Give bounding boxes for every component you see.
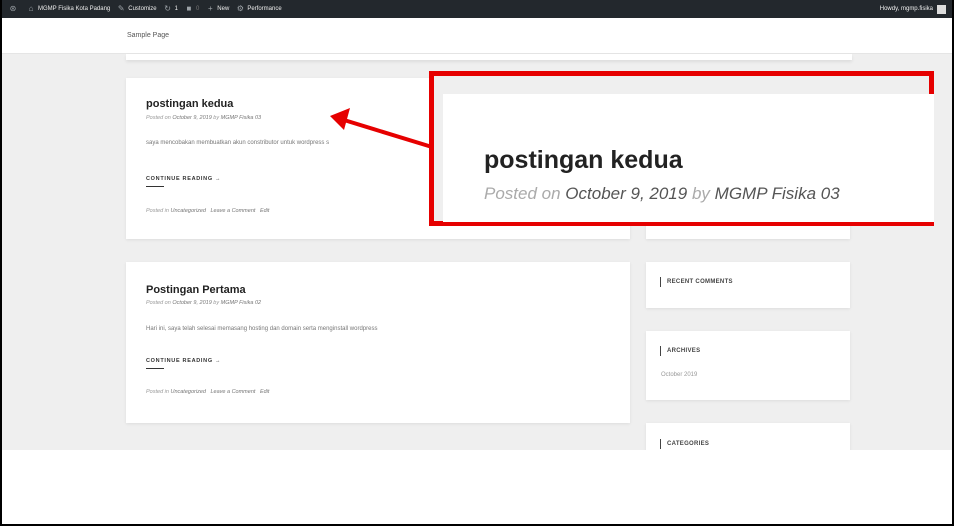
home-icon: ⌂ [28,4,34,13]
site-name-menu[interactable]: ⌂ MGMP Fisika Kota Padang [27,4,111,13]
plus-icon: + [207,4,213,13]
categories-widget: CATEGORIES [646,423,850,450]
post-card: Postingan Pertama Posted on October 9, 2… [126,262,630,423]
post-date-link[interactable]: October 9, 2019 [172,115,211,121]
zoom-post-title: postingan kedua [484,146,683,174]
new-content-menu[interactable]: + New [206,5,229,13]
zoom-post-meta: Posted on October 9, 2019 by MGMP Fisika… [484,184,840,204]
comment-link[interactable]: Leave a Comment [210,208,255,214]
widget-title: CATEGORIES [660,439,709,449]
zoom-by: by [691,184,710,203]
post-excerpt: saya mencobakan membuatkan akun constrib… [146,140,330,146]
meta-prefix: Posted on [146,115,171,121]
meta-prefix: Posted on [146,300,171,306]
wp-logo-menu[interactable]: ⊛ [9,5,20,13]
category-link[interactable]: Uncategorized [170,208,205,214]
comment-icon: ■ [186,4,192,13]
admin-bar: ⊛ ⌂ MGMP Fisika Kota Padang ✎ Customize … [2,0,952,18]
wordpress-icon: ⊛ [9,4,17,13]
zoom-date: October 9, 2019 [565,184,688,203]
updates-count: 1 [174,6,178,12]
customize-menu[interactable]: ✎ Customize [117,4,157,13]
header-shadow [126,54,852,60]
account-menu[interactable]: Howdy, mgmp.fisika [879,4,946,14]
comment-link[interactable]: Leave a Comment [210,389,255,395]
zoom-author: MGMP Fisika 03 [714,184,840,203]
widget-title: ARCHIVES [660,346,700,356]
customize-label: Customize [128,6,157,12]
new-label: New [217,6,230,12]
site-header: Sample Page [2,18,952,54]
post-date-link[interactable]: October 9, 2019 [172,300,211,306]
post-footer-meta: Posted in Uncategorized Leave a Comment … [146,389,272,395]
avatar [937,4,946,14]
continue-reading-link[interactable]: CONTINUE READING → [146,358,221,364]
comments-menu[interactable]: ■ 0 [185,4,200,13]
performance-label: Performance [247,6,282,12]
widget-title: RECENT COMMENTS [660,277,733,287]
gear-icon: ⚙ [236,4,244,13]
brush-icon: ✎ [117,4,125,13]
posted-in-label: Posted in [146,389,169,395]
posted-in-label: Posted in [146,208,169,214]
post-excerpt: Hari ini, saya telah selesai memasang ho… [146,326,378,332]
continue-reading-link[interactable]: CONTINUE READING → [146,176,221,182]
meta-by: by [213,115,220,121]
edit-link[interactable]: Edit [260,208,269,214]
post-author-link[interactable]: MGMP Fisika 03 [221,115,261,121]
comments-count: 0 [195,6,200,12]
post-meta: Posted on October 9, 2019 by MGMP Fisika… [146,115,261,121]
edit-link[interactable]: Edit [260,389,269,395]
continue-underline [146,368,164,369]
meta-by: by [213,300,220,306]
zoom-highlight-box: postingan kedua Posted on October 9, 201… [429,71,934,226]
updates-icon: ↻ [164,4,171,13]
menu-item-sample-page[interactable]: Sample Page [127,32,169,39]
updates-menu[interactable]: ↻ 1 [164,5,178,13]
category-link[interactable]: Uncategorized [170,389,205,395]
post-footer-meta: Posted in Uncategorized Leave a Comment … [146,208,272,214]
performance-menu[interactable]: ⚙ Performance [236,4,282,13]
post-title[interactable]: postingan kedua [146,98,233,110]
post-title[interactable]: Postingan Pertama [146,284,246,296]
continue-underline [146,186,164,187]
post-author-link[interactable]: MGMP Fisika 02 [221,300,261,306]
site-name: MGMP Fisika Kota Padang [38,6,111,12]
archives-widget: ARCHIVES October 2019 [646,331,850,400]
archive-link[interactable]: October 2019 [661,372,697,378]
zoom-meta-prefix: Posted on [484,184,561,203]
recent-comments-widget: RECENT COMMENTS [646,262,850,308]
greeting: Howdy, mgmp.fisika [879,6,933,12]
post-meta: Posted on October 9, 2019 by MGMP Fisika… [146,300,261,306]
